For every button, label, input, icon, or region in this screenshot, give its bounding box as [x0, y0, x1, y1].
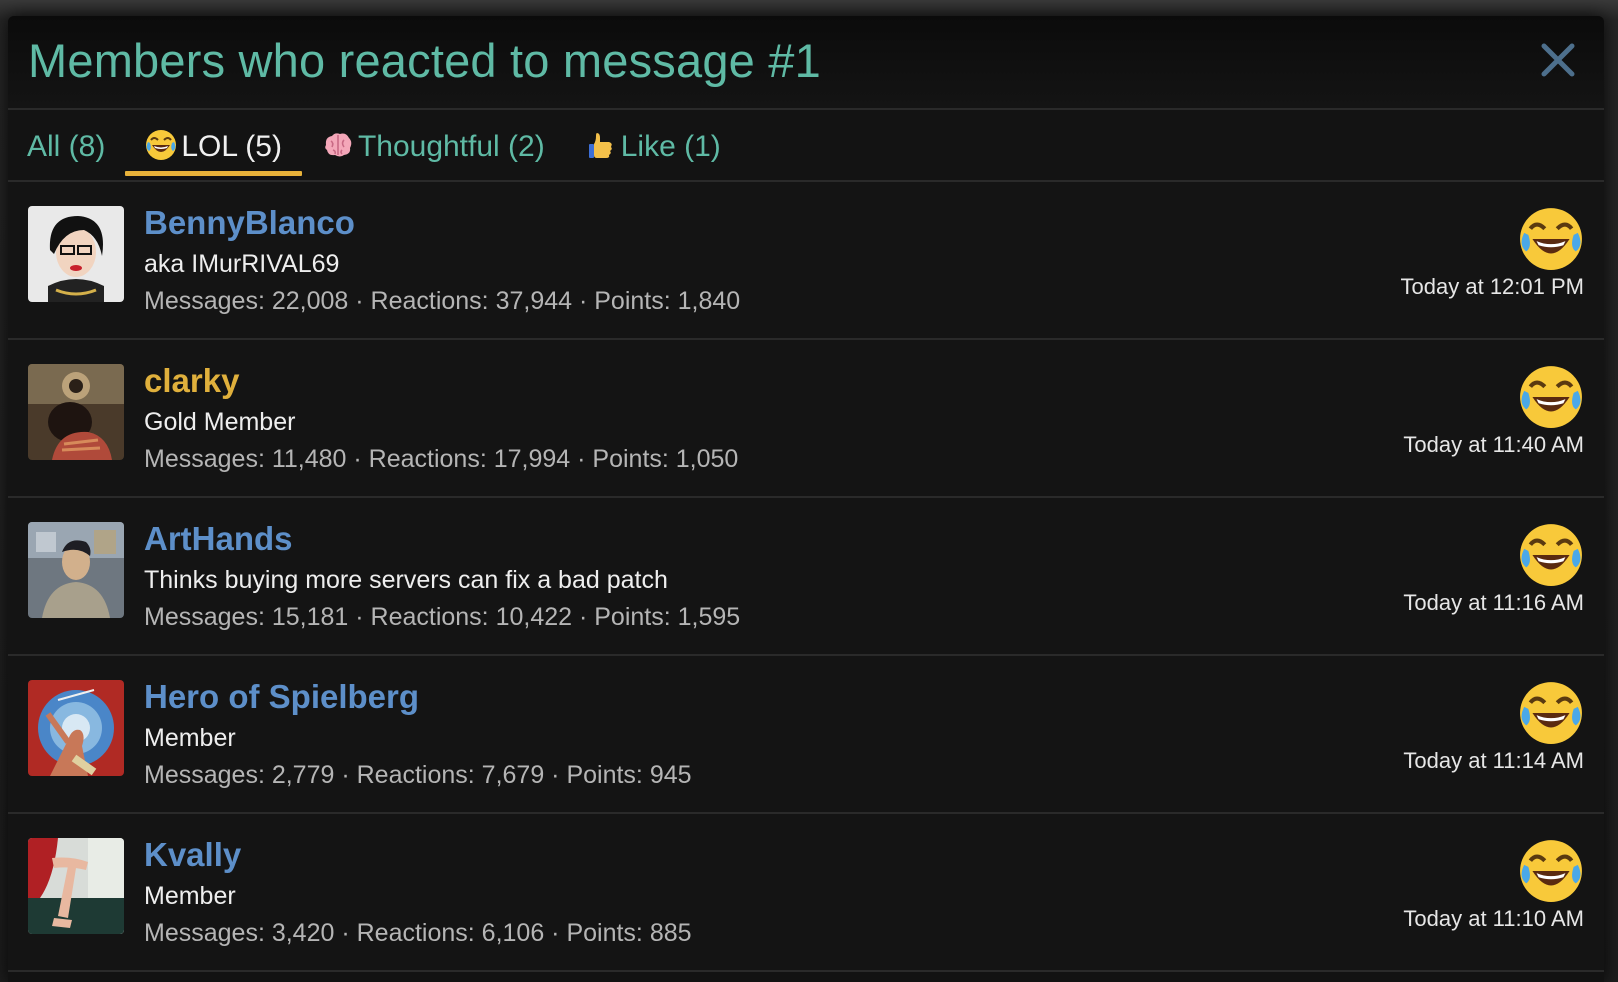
tab-all[interactable]: All (8) — [27, 110, 125, 180]
member-list: BennyBlanco aka IMurRIVAL69 Messages: 22… — [8, 182, 1604, 972]
tab-like[interactable]: Like (1) — [565, 110, 741, 180]
tab-label: All (8) — [27, 130, 106, 163]
member-title: Member — [144, 724, 236, 752]
list-item: ArtHands Thinks buying more servers can … — [8, 498, 1604, 656]
member-name[interactable]: Hero of Spielberg — [144, 678, 419, 716]
tab-thoughtful[interactable]: Thoughtful (2) — [302, 110, 565, 180]
tab-label: LOL (5) — [181, 130, 282, 163]
list-item: Hero of Spielberg Member Messages: 2,779… — [8, 656, 1604, 814]
reaction-timestamp[interactable]: Today at 11:16 AM — [1403, 590, 1584, 616]
member-name[interactable]: BennyBlanco — [144, 204, 355, 242]
member-title: Member — [144, 882, 236, 910]
member-stats: Messages: 15,181 · Reactions: 10,422 · P… — [144, 603, 741, 631]
reaction-timestamp[interactable]: Today at 11:14 AM — [1403, 748, 1584, 774]
laughing-tears-emoji-icon — [1520, 682, 1582, 744]
avatar[interactable] — [28, 364, 124, 460]
reaction-tabs: All (8) LOL (5) Thoughtful (2) Like (1) — [8, 110, 1604, 182]
reaction-timestamp[interactable]: Today at 12:01 PM — [1401, 274, 1584, 300]
avatar[interactable] — [28, 680, 124, 776]
laughing-tears-emoji-icon — [146, 130, 177, 160]
overlay-title: Members who reacted to message #1 — [28, 34, 821, 87]
tab-lol[interactable]: LOL (5) — [125, 110, 302, 180]
list-item: BennyBlanco aka IMurRIVAL69 Messages: 22… — [8, 182, 1604, 340]
tab-label: Thoughtful (2) — [357, 130, 545, 163]
close-icon — [1541, 43, 1575, 77]
member-title: aka IMurRIVAL69 — [144, 250, 340, 278]
member-stats: Messages: 11,480 · Reactions: 17,994 · P… — [144, 445, 739, 473]
list-item: Kvally Member Messages: 3,420 · Reaction… — [8, 814, 1604, 972]
tab-label: Like (1) — [620, 130, 721, 163]
laughing-tears-emoji-icon — [1520, 840, 1582, 902]
member-name[interactable]: ArtHands — [144, 520, 293, 558]
member-name[interactable]: clarky — [144, 362, 239, 400]
reactions-overlay: Members who reacted to message #1 All (8… — [8, 16, 1604, 982]
laughing-tears-emoji-icon — [1520, 366, 1582, 428]
laughing-tears-emoji-icon — [1520, 208, 1582, 270]
list-item: clarky Gold Member Messages: 11,480 · Re… — [8, 340, 1604, 498]
avatar[interactable] — [28, 522, 124, 618]
avatar[interactable] — [28, 838, 124, 934]
overlay-header: Members who reacted to message #1 — [8, 16, 1604, 110]
member-stats: Messages: 2,779 · Reactions: 7,679 · Poi… — [144, 761, 692, 789]
thumbs-up-emoji-icon — [588, 133, 612, 158]
member-title: Thinks buying more servers can fix a bad… — [144, 566, 668, 594]
member-stats: Messages: 3,420 · Reactions: 6,106 · Poi… — [144, 919, 692, 947]
member-title: Gold Member — [144, 408, 296, 436]
close-button[interactable] — [1538, 40, 1578, 80]
brain-emoji-icon — [325, 133, 352, 157]
reaction-timestamp[interactable]: Today at 11:10 AM — [1403, 906, 1584, 932]
laughing-tears-emoji-icon — [1520, 524, 1582, 586]
member-stats: Messages: 22,008 · Reactions: 37,944 · P… — [144, 287, 741, 315]
reaction-timestamp[interactable]: Today at 11:40 AM — [1403, 432, 1584, 458]
member-name[interactable]: Kvally — [144, 836, 241, 874]
avatar[interactable] — [28, 206, 124, 302]
